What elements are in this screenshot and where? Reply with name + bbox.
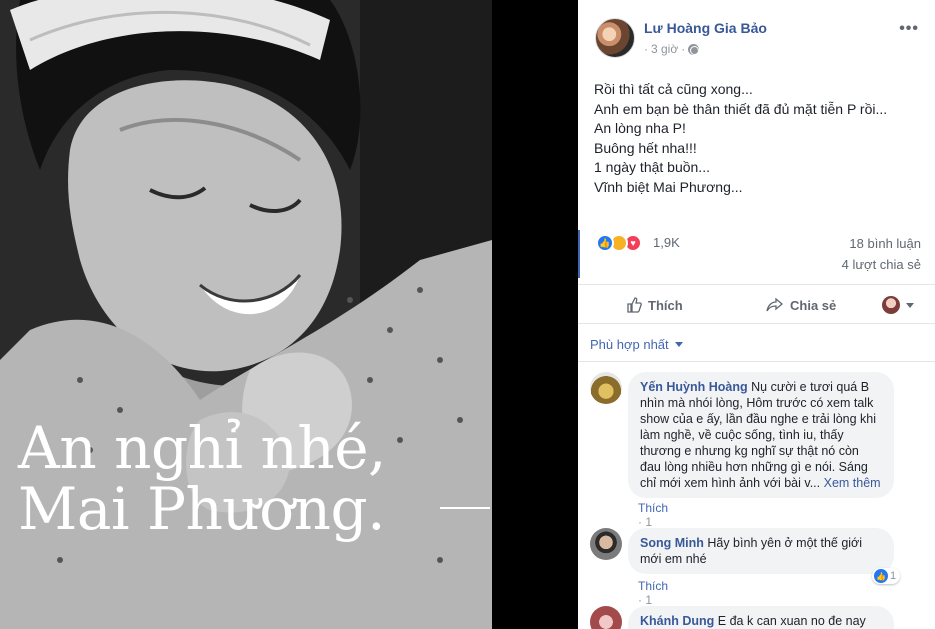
commenter-avatar[interactable] [590,528,622,560]
commenter-name[interactable]: Yến Huỳnh Hoàng [640,380,748,394]
share-button[interactable]: Chia sẻ [766,285,836,325]
thumbs-up-icon [627,297,642,313]
photo-viewer: An nghỉ nhé, Mai Phương. Lư Hoàng Gia Bả… [0,0,935,629]
post-actions: Thích Chia sẻ [578,284,935,324]
comment-text: Nụ cười e tươi quá B [751,380,870,394]
comment-text: chỉ mới xem hình ảnh với bài v... [640,476,821,490]
meta-separator: · [681,42,686,56]
post-time[interactable]: 3 giờ [651,42,678,56]
photo-caption: An nghỉ nhé, Mai Phương. [18,414,386,544]
memorial-photo: An nghỉ nhé, Mai Phương. [0,0,492,629]
comment-like-link[interactable]: Thích [638,579,668,593]
author-avatar[interactable] [595,18,635,58]
comment-like-badge[interactable]: 👍 1 [872,568,901,584]
comment-text: làm nghề, về cuộc sống, tình iu, thấy [640,428,844,442]
post-time-prefix: · [644,42,648,56]
reaction-icons[interactable]: 👍 ♥ [596,234,642,252]
comment-text: thương e nhưng kg nghĩ sự thật nó còn [640,444,859,458]
author-name[interactable]: Lư Hoàng Gia Bảo [644,20,767,36]
comment-like-link[interactable]: Thích [638,501,668,515]
commenter-avatar[interactable] [590,372,622,404]
comment-text: show của e ấy, lần đầu nghe e trải lòng … [640,412,877,426]
chevron-down-icon [674,342,683,347]
post-text-line: Anh em bạn bè thân thiết đã đủ mặt tiễn … [594,100,888,117]
post-meta: · 3 giờ · [644,42,700,56]
post-panel: Lư Hoàng Gia Bảo · 3 giờ · ••• Rồi thì t… [578,0,935,629]
comment-text: Hãy bình yên ở một thế giới [707,536,863,550]
caption-line-2: Mai Phương. [18,475,386,544]
reactor-avatar [882,296,900,314]
comment-text: E đa k can xuan no đe nay [717,614,866,628]
photo-area[interactable]: An nghỉ nhé, Mai Phương. [0,0,578,629]
post-text-line: Buông hết nha!!! [594,139,697,156]
share-icon [766,297,784,312]
commenter-avatar[interactable] [590,606,622,629]
post-text-line: An lòng nha P! [594,120,686,136]
post-header: Lư Hoàng Gia Bảo · 3 giờ · ••• [578,0,935,62]
comment-like-count: 1 [890,570,897,582]
shares-count[interactable]: 4 lượt chia sẻ [842,257,921,272]
reactions-bar: 👍 ♥ 1,9K 18 bình luận 4 lượt chia sẻ [578,230,935,278]
like-label: Thích [648,297,683,313]
comment-text: đau lòng nhiều hơn những gì e nói. Sáng [640,460,868,474]
like-button[interactable]: Thích [626,285,683,325]
sort-label: Phù hợp nhất [590,337,669,352]
post-text-line: Rồi thì tất cả cũng xong... [594,81,753,97]
share-label: Chia sẻ [790,297,837,313]
comment-bubble: Yến Huỳnh Hoàng Nụ cười e tươi quá B nhì… [628,372,894,498]
reaction-count[interactable]: 1,9K [653,235,680,250]
commenter-name[interactable]: Khánh Dung [640,614,714,628]
comment-text: mới em nhé [640,552,707,566]
comment-bubble: Khánh Dung E đa k can xuan no đe nay [628,606,894,629]
commenter-name[interactable]: Song Minh [640,536,704,550]
caption-divider [440,507,490,509]
divider [578,361,935,362]
see-more-link[interactable]: Xem thêm [824,476,881,490]
comment-text: nhìn mà nhói lòng, Hôm trước có xem talk [640,396,874,410]
post-text-line: Vĩnh biệt Mai Phương... [594,178,743,195]
comment-bubble: Song Minh Hãy bình yên ở một thế giới mớ… [628,528,894,574]
post-text: Rồi thì tất cả cũng xong... Anh em bạn b… [594,80,924,197]
reactor-selector[interactable] [882,285,914,325]
globe-icon[interactable] [688,43,700,55]
comments-count[interactable]: 18 bình luận [849,236,921,251]
caption-line-1: An nghỉ nhé, [18,414,386,482]
like-reaction-icon: 👍 [596,234,614,252]
post-text-line: 1 ngày thật buồn... [594,159,710,175]
comment-sort[interactable]: Phù hợp nhất [590,337,683,352]
chevron-down-icon [906,302,914,308]
more-options-icon[interactable]: ••• [899,20,919,38]
like-reaction-icon: 👍 [874,569,888,583]
